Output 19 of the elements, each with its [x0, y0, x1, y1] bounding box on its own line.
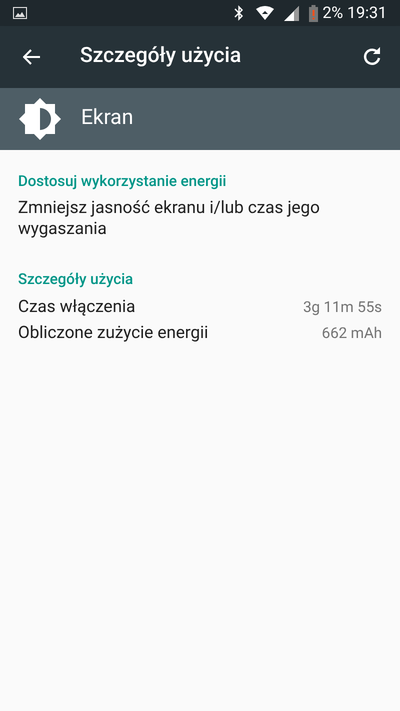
- battery-percentage: 2%: [322, 2, 344, 24]
- detail-label: Czas włączenia: [18, 296, 136, 319]
- detail-label: Obliczone zużycie energii: [18, 322, 208, 345]
- wifi-icon: [256, 6, 274, 20]
- app-name: Ekran: [81, 105, 134, 132]
- back-arrow-icon: [23, 49, 41, 65]
- section-header: Szczegóły użycia: [18, 268, 134, 290]
- signal-icon: [284, 6, 300, 20]
- image-icon: [13, 7, 27, 19]
- battery-icon: [309, 4, 318, 22]
- detail-value: 3g 11m 55s: [303, 297, 382, 318]
- section-header: Dostosuj wykorzystanie energii: [18, 171, 228, 192]
- refresh-icon: [362, 47, 382, 67]
- detail-value: 662 mAh: [322, 323, 382, 344]
- clock: 19:31: [347, 2, 387, 24]
- bluetooth-icon: [234, 5, 244, 21]
- toolbar-title: Szczegóły użycia: [80, 43, 242, 70]
- suggestion-text[interactable]: Zmniejsz jasność ekranu i/lub czas jego wygaszania: [18, 198, 382, 240]
- brightness-icon: [19, 98, 61, 140]
